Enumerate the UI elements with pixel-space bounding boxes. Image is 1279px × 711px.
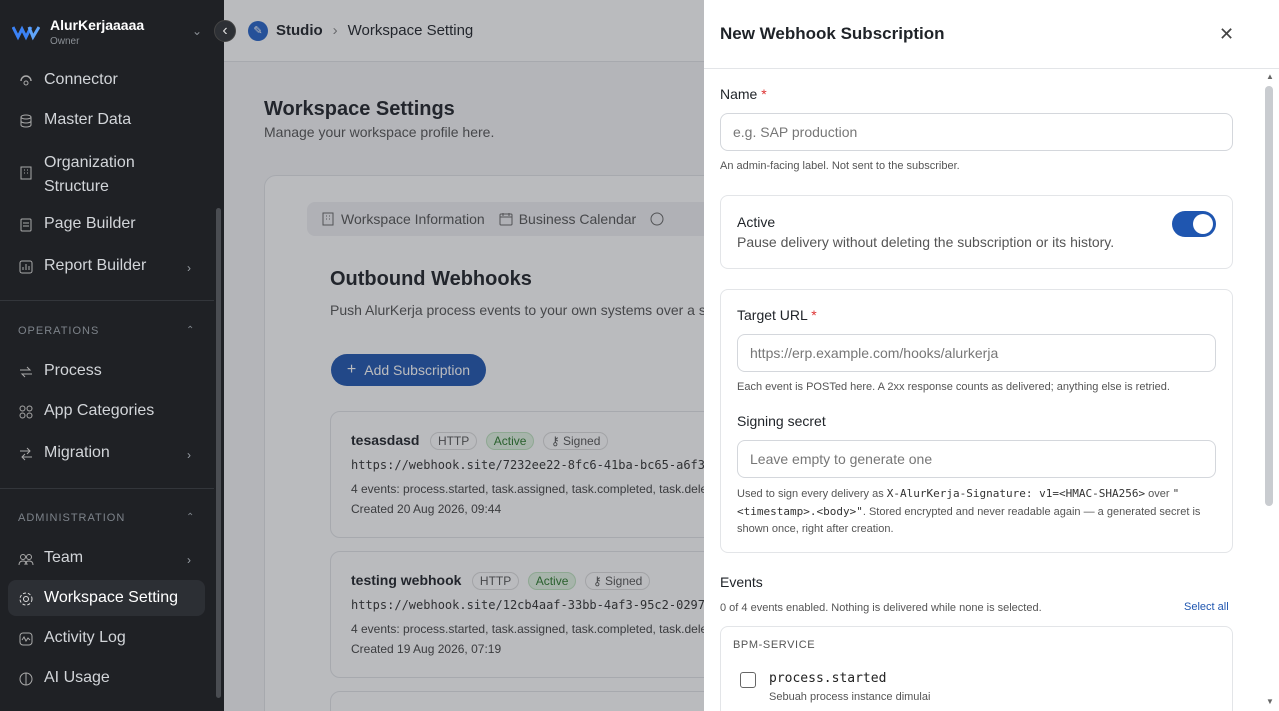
scroll-up-icon[interactable]: ▲ bbox=[1266, 72, 1274, 81]
sidebar-item-connector[interactable]: Connector bbox=[8, 71, 205, 93]
sidebar: AlurKerjaaaaa Owner ⌄ Connector Master D… bbox=[0, 0, 224, 711]
sidebar-item-label: Workspace Setting bbox=[44, 589, 178, 606]
sidebar-divider bbox=[0, 488, 214, 489]
active-toggle[interactable] bbox=[1172, 211, 1216, 237]
scroll-down-icon[interactable]: ▼ bbox=[1266, 697, 1274, 706]
brand-logo bbox=[12, 25, 40, 41]
report-icon bbox=[19, 260, 33, 274]
sidebar-divider bbox=[0, 300, 214, 301]
section-operations[interactable]: OPERATIONS ⌃ bbox=[18, 325, 194, 337]
sidebar-item-workspace-setting[interactable]: Workspace Setting bbox=[8, 580, 205, 616]
workspace-switcher[interactable]: AlurKerjaaaaa Owner ⌄ bbox=[0, 0, 224, 62]
events-label: Events bbox=[720, 574, 763, 590]
input-placeholder: https://erp.example.com/hooks/alurkerja bbox=[750, 345, 999, 361]
active-box: Active Pause delivery without deleting t… bbox=[720, 195, 1233, 269]
name-help: An admin-facing label. Not sent to the s… bbox=[720, 160, 960, 172]
secret-label: Signing secret bbox=[737, 413, 826, 429]
url-help: Each event is POSTed here. A 2xx respons… bbox=[737, 381, 1170, 393]
sidebar-item-page-builder[interactable]: Page Builder bbox=[8, 215, 205, 237]
sidebar-item-label: App Categories bbox=[44, 402, 155, 419]
gear-icon bbox=[19, 592, 33, 606]
database-icon bbox=[20, 114, 32, 128]
sidebar-item-app-categories[interactable]: App Categories bbox=[8, 402, 205, 424]
sidebar-item-organization-structure[interactable]: Organization Structure bbox=[8, 151, 205, 197]
event-name: process.started bbox=[769, 671, 887, 686]
events-status: 0 of 4 events enabled. Nothing is delive… bbox=[720, 602, 1042, 614]
sidebar-item-label: Report Builder bbox=[44, 257, 147, 274]
url-label: Target URL * bbox=[737, 307, 817, 323]
activity-icon bbox=[19, 632, 33, 646]
sidebar-item-label: Team bbox=[44, 549, 84, 566]
toggle-knob bbox=[1193, 214, 1213, 234]
sidebar-scrollbar[interactable] bbox=[216, 208, 221, 698]
sidebar-item-report-builder[interactable]: Report Builder › bbox=[8, 257, 205, 279]
chevron-right-icon: › bbox=[187, 261, 191, 275]
active-help: Pause delivery without deleting the subs… bbox=[737, 234, 1115, 250]
workspace-name: AlurKerjaaaaa bbox=[50, 16, 145, 33]
workspace-role: Owner bbox=[50, 35, 80, 47]
sidebar-item-label: Migration bbox=[44, 444, 110, 461]
event-description: Sebuah process instance dimulai bbox=[769, 691, 931, 703]
sidebar-item-migration[interactable]: Migration › bbox=[8, 444, 205, 466]
section-administration[interactable]: ADMINISTRATION ⌃ bbox=[18, 512, 194, 524]
process-icon bbox=[20, 366, 32, 378]
close-icon[interactable]: ✕ bbox=[1219, 24, 1234, 45]
chevron-up-icon: ⌃ bbox=[186, 325, 196, 336]
categories-icon bbox=[19, 405, 33, 419]
org-icon bbox=[20, 166, 32, 180]
sidebar-item-label: AI Usage bbox=[44, 669, 110, 686]
name-label: Name * bbox=[720, 86, 767, 102]
drawer-scrollbar[interactable] bbox=[1265, 86, 1273, 506]
section-label: ADMINISTRATION bbox=[18, 512, 126, 524]
sidebar-item-label: Connector bbox=[44, 71, 118, 88]
modal-backdrop[interactable] bbox=[224, 0, 704, 711]
connector-icon bbox=[20, 75, 32, 86]
migration-icon bbox=[20, 447, 32, 461]
sidebar-item-activity-log[interactable]: Activity Log bbox=[8, 629, 205, 651]
signing-secret-input[interactable]: Leave empty to generate one bbox=[737, 440, 1216, 478]
sidebar-item-label: Process bbox=[44, 362, 102, 379]
chevron-down-icon: ⌄ bbox=[191, 24, 202, 38]
target-url-input[interactable]: https://erp.example.com/hooks/alurkerja bbox=[737, 334, 1216, 372]
collapse-sidebar-button[interactable]: ‹ bbox=[214, 20, 236, 42]
active-label: Active bbox=[737, 214, 776, 230]
input-placeholder: e.g. SAP production bbox=[733, 124, 858, 140]
sidebar-item-team[interactable]: Team › bbox=[8, 549, 205, 571]
section-label: OPERATIONS bbox=[18, 325, 100, 337]
sidebar-item-ai-usage[interactable]: AI Usage bbox=[8, 669, 205, 691]
name-input[interactable]: e.g. SAP production bbox=[720, 113, 1233, 151]
sidebar-item-label: Organization Structure bbox=[44, 154, 135, 195]
sidebar-item-master-data[interactable]: Master Data bbox=[8, 111, 205, 133]
team-icon bbox=[18, 554, 34, 566]
sidebar-item-process[interactable]: Process bbox=[8, 362, 205, 384]
drawer-title: New Webhook Subscription bbox=[720, 24, 945, 43]
secret-help: Used to sign every delivery as X-AlurKer… bbox=[737, 487, 1201, 535]
page-icon bbox=[20, 218, 32, 232]
chevron-right-icon: › bbox=[187, 448, 191, 462]
service-label: BPM-SERVICE bbox=[733, 639, 816, 651]
drawer-header: New Webhook Subscription ✕ bbox=[704, 0, 1279, 69]
select-all-link[interactable]: Select all bbox=[1184, 601, 1229, 613]
sidebar-item-label: Activity Log bbox=[44, 629, 126, 646]
ai-icon bbox=[19, 672, 33, 686]
chevron-right-icon: › bbox=[187, 553, 191, 567]
input-placeholder: Leave empty to generate one bbox=[750, 451, 933, 467]
sidebar-item-label: Master Data bbox=[44, 111, 132, 128]
sidebar-item-label: Page Builder bbox=[44, 215, 136, 232]
chevron-left-icon: ‹ bbox=[222, 22, 228, 39]
chevron-up-icon: ⌃ bbox=[186, 512, 196, 523]
webhook-drawer: New Webhook Subscription ✕ Name * e.g. S… bbox=[704, 0, 1279, 711]
event-checkbox[interactable] bbox=[740, 672, 756, 688]
